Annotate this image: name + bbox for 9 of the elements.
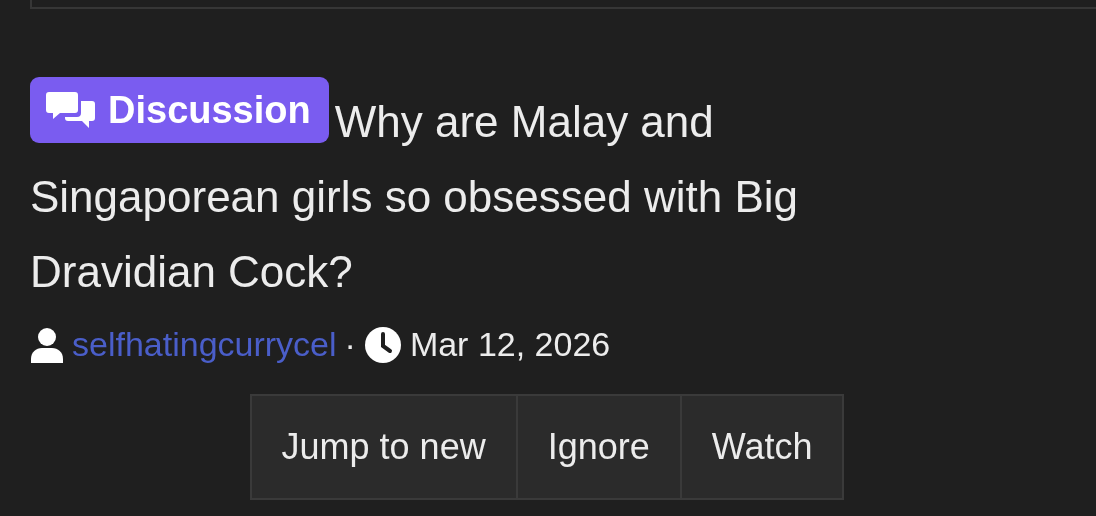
separator: ·: [344, 324, 356, 365]
toolbar-button[interactable]: Watch: [679, 394, 845, 500]
toolbar-button[interactable]: Ignore: [515, 394, 682, 500]
post-date: Mar 12, 2026: [409, 324, 611, 365]
thread-title-link[interactable]: Discussion Why are Malay and Singaporean girls so obsessed with Big Dravidian Cock?: [30, 77, 966, 309]
clock-icon: [363, 325, 402, 364]
toolbar-button[interactable]: Jump to new: [249, 394, 518, 500]
prefix-badge: Discussion: [30, 77, 329, 143]
user-icon: [30, 326, 64, 363]
